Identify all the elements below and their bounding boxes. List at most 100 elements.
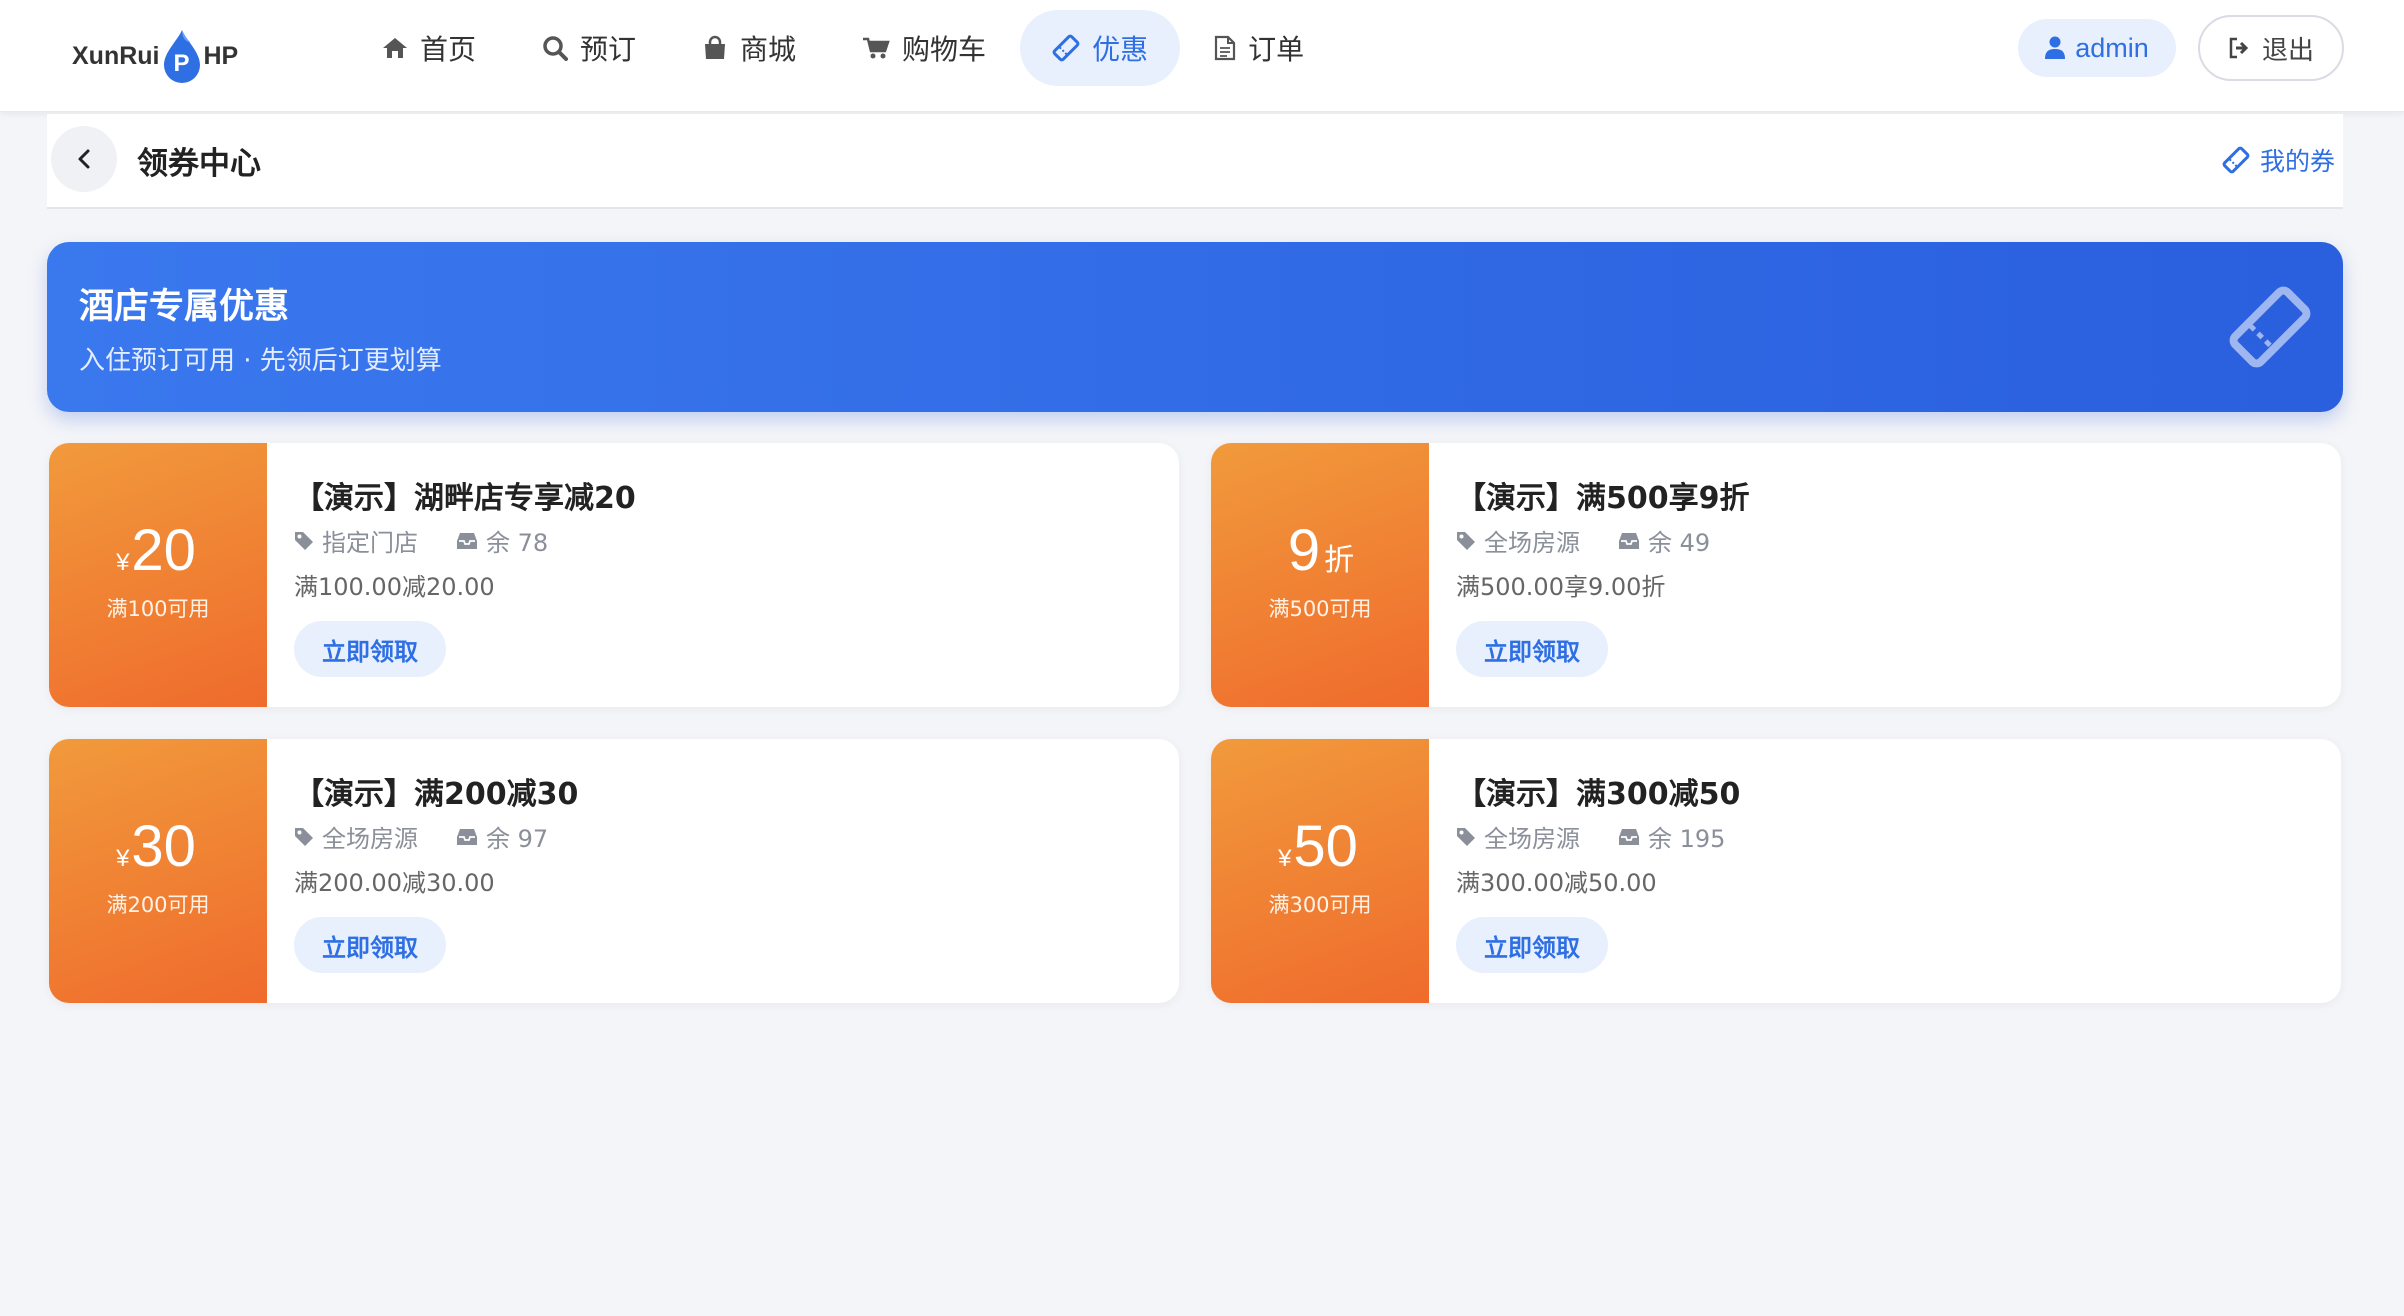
coupon-rule: 满300.00减50.00 bbox=[1456, 869, 1657, 897]
nav-booking[interactable]: 预订 bbox=[510, 10, 668, 86]
brand-logo[interactable]: XunRui P HP bbox=[72, 20, 238, 92]
coupon-card: ¥50 满300可用 【演示】满300减50 全场房源 余 195 满300.0… bbox=[1211, 739, 2341, 1003]
coupon-value-panel: ¥30 满200可用 bbox=[49, 739, 267, 1003]
coupon-unit: 折 bbox=[1324, 544, 1355, 577]
logout-label: 退出 bbox=[2261, 35, 2314, 66]
nav-orders-label: 订单 bbox=[1248, 33, 1305, 66]
coupon-stock: 余 195 bbox=[1648, 825, 1726, 853]
flame-drop-icon: P bbox=[162, 28, 202, 84]
coupon-scope: 全场房源 bbox=[1484, 529, 1580, 557]
coupon-meta: 全场房源 余 97 bbox=[294, 819, 548, 854]
nav-cart[interactable]: 购物车 bbox=[830, 10, 1018, 86]
coupon-meta: 全场房源 余 195 bbox=[1456, 819, 1725, 854]
coupon-condition: 满200可用 bbox=[106, 893, 210, 917]
coupon-stock: 余 49 bbox=[1648, 529, 1711, 557]
coupon-value-panel: ¥20 满100可用 bbox=[49, 443, 267, 707]
inbox-icon bbox=[457, 828, 477, 845]
nav-offers-label: 优惠 bbox=[1092, 33, 1149, 66]
ticket-icon bbox=[2222, 146, 2250, 174]
ticket-icon bbox=[2229, 286, 2311, 368]
nav-booking-label: 预订 bbox=[580, 33, 637, 66]
main-nav: 首页 预订 商城 购物车 优惠 订单 bbox=[350, 10, 1338, 86]
coupon-rule: 满100.00减20.00 bbox=[294, 573, 495, 601]
banner-title: 酒店专属优惠 bbox=[79, 287, 290, 327]
logout-button[interactable]: 退出 bbox=[2198, 15, 2344, 81]
nav-home[interactable]: 首页 bbox=[350, 10, 508, 86]
coupon-rule: 满200.00减30.00 bbox=[294, 869, 495, 897]
coupon-amount: ¥50 bbox=[1211, 815, 1429, 891]
coupon-amount-value: 20 bbox=[131, 518, 196, 583]
coupon-value-panel: 9折 满500可用 bbox=[1211, 443, 1429, 707]
brand-text-right: HP bbox=[203, 41, 239, 70]
coupon-condition: 满300可用 bbox=[1268, 893, 1372, 917]
tag-icon bbox=[1457, 531, 1475, 550]
nav-mall-label: 商城 bbox=[740, 33, 797, 66]
claim-coupon-button[interactable]: 立即领取 bbox=[1456, 917, 1608, 973]
tag-icon bbox=[1457, 827, 1475, 846]
coupon-meta: 全场房源 余 49 bbox=[1456, 523, 1710, 558]
coupon-details: 【演示】满200减30 全场房源 余 97 满200.00减30.00 立即领取 bbox=[294, 739, 1179, 1003]
coupon-value-panel: ¥50 满300可用 bbox=[1211, 739, 1429, 1003]
brand-drop-letter: P bbox=[173, 50, 190, 77]
coupon-currency: ¥ bbox=[1278, 845, 1292, 872]
coupon-details: 【演示】满300减50 全场房源 余 195 满300.00减50.00 立即领… bbox=[1456, 739, 2341, 1003]
inbox-icon bbox=[457, 532, 477, 549]
username: admin bbox=[2075, 32, 2149, 63]
coupon-scope: 全场房源 bbox=[322, 825, 418, 853]
coupon-name: 【演示】满300减50 bbox=[1456, 777, 1741, 812]
inbox-icon bbox=[1619, 828, 1639, 845]
nav-mall[interactable]: 商城 bbox=[670, 10, 828, 86]
coupon-card: ¥20 满100可用 【演示】湖畔店专享减20 指定门店 余 78 满100.0… bbox=[49, 443, 1179, 707]
my-coupons-link[interactable]: 我的券 bbox=[2222, 142, 2335, 178]
tag-icon bbox=[295, 827, 313, 846]
coupon-scope: 指定门店 bbox=[322, 529, 418, 557]
coupon-amount: ¥20 bbox=[49, 519, 267, 595]
back-button[interactable] bbox=[51, 126, 117, 192]
coupon-stock: 余 78 bbox=[486, 529, 549, 557]
coupon-name: 【演示】满500享9折 bbox=[1456, 481, 1750, 516]
chevron-left-icon bbox=[78, 149, 90, 169]
coupon-amount-value: 50 bbox=[1293, 814, 1358, 879]
document-icon bbox=[1214, 35, 1236, 61]
coupon-name: 【演示】满200减30 bbox=[294, 777, 579, 812]
search-icon bbox=[543, 36, 569, 61]
coupon-condition: 满100可用 bbox=[106, 597, 210, 621]
coupon-details: 【演示】满500享9折 全场房源 余 49 满500.00享9.00折 立即领取 bbox=[1456, 443, 2341, 707]
home-icon bbox=[383, 38, 407, 58]
tag-icon bbox=[295, 531, 313, 550]
user-account-button[interactable]: admin bbox=[2018, 19, 2176, 77]
coupon-amount: 9折 bbox=[1211, 519, 1429, 595]
coupon-scope: 全场房源 bbox=[1484, 825, 1580, 853]
banner-subtitle: 入住预订可用 · 先领后订更划算 bbox=[79, 346, 442, 376]
coupon-amount-value: 30 bbox=[131, 814, 196, 879]
coupon-name: 【演示】湖畔店专享减20 bbox=[294, 481, 636, 516]
nav-orders[interactable]: 订单 bbox=[1182, 10, 1336, 86]
nav-home-label: 首页 bbox=[420, 33, 477, 66]
user-icon bbox=[2045, 36, 2066, 59]
coupon-currency: ¥ bbox=[116, 549, 130, 576]
ticket-icon bbox=[1052, 34, 1080, 62]
claim-coupon-button[interactable]: 立即领取 bbox=[294, 917, 446, 973]
coupon-amount-value: 9 bbox=[1287, 518, 1321, 583]
bag-icon bbox=[705, 35, 726, 59]
coupon-amount: ¥30 bbox=[49, 815, 267, 891]
claim-coupon-button[interactable]: 立即领取 bbox=[294, 621, 446, 677]
coupon-meta: 指定门店 余 78 bbox=[294, 523, 548, 558]
inbox-icon bbox=[1619, 532, 1639, 549]
my-coupons-label: 我的券 bbox=[2259, 147, 2335, 176]
coupon-details: 【演示】湖畔店专享减20 指定门店 余 78 满100.00减20.00 立即领… bbox=[294, 443, 1179, 707]
cart-icon bbox=[863, 37, 890, 59]
nav-offers[interactable]: 优惠 bbox=[1020, 10, 1181, 86]
claim-coupon-button[interactable]: 立即领取 bbox=[1456, 621, 1608, 677]
coupon-card: 9折 满500可用 【演示】满500享9折 全场房源 余 49 满500.00享… bbox=[1211, 443, 2341, 707]
nav-cart-label: 购物车 bbox=[902, 33, 987, 66]
brand-text-left: XunRui bbox=[72, 41, 160, 70]
page-title: 领券中心 bbox=[137, 146, 261, 182]
coupon-stock: 余 97 bbox=[486, 825, 549, 853]
coupon-condition: 满500可用 bbox=[1268, 597, 1372, 621]
coupon-card: ¥30 满200可用 【演示】满200减30 全场房源 余 97 满200.00… bbox=[49, 739, 1179, 1003]
top-navbar: XunRui P HP 首页 预订 商城 购物车 优惠 订单 admin 退出 bbox=[0, 0, 2404, 112]
page-header: 领券中心 我的券 bbox=[47, 114, 2343, 209]
logout-icon bbox=[2229, 37, 2249, 59]
promo-banner: 酒店专属优惠 入住预订可用 · 先领后订更划算 bbox=[47, 242, 2343, 412]
